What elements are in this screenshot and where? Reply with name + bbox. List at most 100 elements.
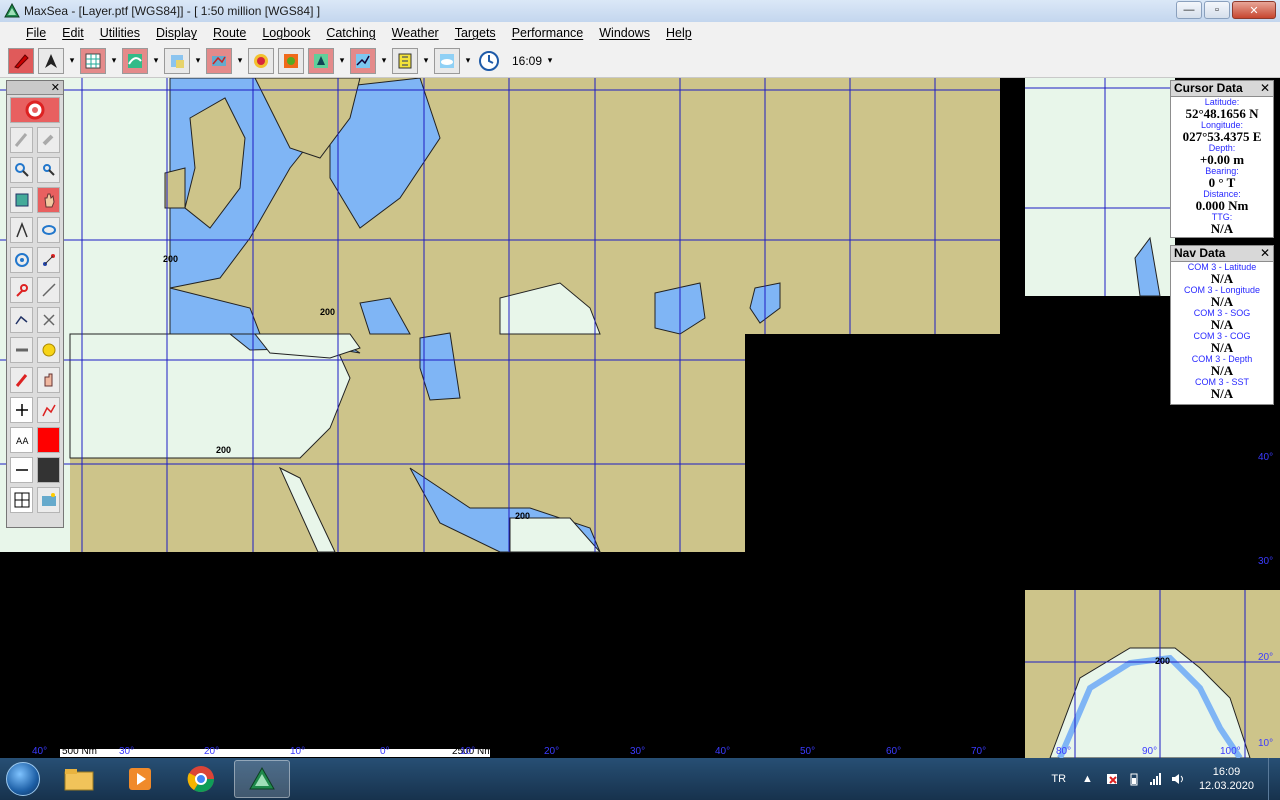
heatmap-icon[interactable] xyxy=(278,47,304,74)
show-desktop-button[interactable] xyxy=(1268,758,1280,800)
measure-dropdown-icon[interactable]: ▾ xyxy=(422,55,430,66)
menu-edit[interactable]: Edit xyxy=(54,26,92,40)
maxsea-logo-icon xyxy=(4,3,20,18)
color-icon[interactable] xyxy=(37,427,60,453)
pencil-icon[interactable] xyxy=(10,367,33,393)
grid-dropdown-icon[interactable]: ▾ xyxy=(110,55,118,66)
image-icon[interactable] xyxy=(37,487,60,513)
scale-label-left: 500 Nm xyxy=(62,746,98,757)
pencil-icon[interactable] xyxy=(8,47,34,74)
lon-label: 100° xyxy=(1220,746,1241,757)
hatch-icon[interactable] xyxy=(37,457,60,483)
taskbar-clock[interactable]: 16:09 12.03.2020 xyxy=(1199,765,1254,793)
lon-label: 20° xyxy=(544,746,560,757)
signal-icon[interactable] xyxy=(1149,772,1163,786)
nav-data-header[interactable]: Nav Data ✕ xyxy=(1171,246,1273,262)
chart-dropdown-icon[interactable]: ▾ xyxy=(194,55,202,66)
chart-icon[interactable] xyxy=(37,397,60,423)
target-icon[interactable] xyxy=(10,247,33,273)
map-canvas[interactable] xyxy=(0,78,1280,758)
menu-performance[interactable]: Performance xyxy=(504,26,592,40)
cursor-data-close-icon[interactable]: ✕ xyxy=(1260,81,1270,95)
target-dropdown-icon[interactable]: ▾ xyxy=(338,55,346,66)
finger-icon[interactable] xyxy=(37,367,60,393)
scissors-icon[interactable] xyxy=(37,307,60,333)
lasso-icon[interactable] xyxy=(37,217,60,243)
close-button[interactable]: ✕ xyxy=(1232,1,1276,19)
plot-icon[interactable] xyxy=(10,307,33,333)
palette-close-icon[interactable]: ✕ xyxy=(51,81,60,94)
cursor-data-header[interactable]: Cursor Data ✕ xyxy=(1171,81,1273,97)
pen-icon[interactable] xyxy=(10,127,33,153)
menu-catching[interactable]: Catching xyxy=(318,26,383,40)
lat-label: 10° xyxy=(1258,738,1274,749)
hand-icon[interactable] xyxy=(37,187,60,213)
show-hidden-icons-icon[interactable]: ▲ xyxy=(1082,773,1093,785)
contour-icon[interactable] xyxy=(248,47,274,74)
action-center-icon[interactable] xyxy=(1105,772,1119,786)
weather-dropdown-icon[interactable]: ▾ xyxy=(152,55,160,66)
ireland-land xyxy=(164,167,186,209)
time-dropdown-icon[interactable]: ▾ xyxy=(546,55,554,66)
text-icon[interactable]: AA xyxy=(10,427,33,453)
line-icon[interactable] xyxy=(37,277,60,303)
minimize-button[interactable]: — xyxy=(1176,1,1202,19)
maxsea-icon[interactable] xyxy=(234,760,290,798)
lifebuoy-icon[interactable] xyxy=(10,97,60,123)
chart-map[interactable]: 200 200 200 200 200 40° 30° 20° 10° xyxy=(0,78,1280,758)
cloud-dropdown-icon[interactable]: ▾ xyxy=(464,55,472,66)
toolbar-time[interactable]: 16:09 xyxy=(512,54,542,68)
clock-icon[interactable] xyxy=(476,48,502,74)
grid-icon[interactable] xyxy=(80,47,106,74)
language-indicator[interactable]: TR xyxy=(1051,773,1066,785)
compass-icon[interactable] xyxy=(10,217,33,243)
file-explorer-icon[interactable] xyxy=(51,760,107,798)
numbers-icon[interactable] xyxy=(10,487,33,513)
north-dropdown-icon[interactable]: ▾ xyxy=(68,55,76,66)
depth-value: +0.00 m xyxy=(1199,152,1245,167)
menu-logbook[interactable]: Logbook xyxy=(254,26,318,40)
menu-route[interactable]: Route xyxy=(205,26,254,40)
weather-map-icon[interactable] xyxy=(122,47,148,74)
start-button[interactable] xyxy=(0,759,46,799)
media-player-icon[interactable] xyxy=(112,760,168,798)
waypoint-icon[interactable] xyxy=(37,247,60,273)
lon-label: 20° xyxy=(204,746,220,757)
menu-targets[interactable]: Targets xyxy=(447,26,504,40)
menu-display[interactable]: Display xyxy=(148,26,205,40)
menu-weather[interactable]: Weather xyxy=(384,26,447,40)
maximize-button[interactable]: ▫ xyxy=(1204,1,1230,19)
route-icon[interactable] xyxy=(350,47,376,74)
ruler-icon[interactable] xyxy=(10,337,33,363)
latitude-value: 52°48.1656 N xyxy=(1185,106,1259,121)
menu-utilities[interactable]: Utilities xyxy=(92,26,148,40)
nav-cog-value: N/A xyxy=(1210,340,1234,355)
chart-icon[interactable] xyxy=(164,47,190,74)
pan-icon[interactable] xyxy=(10,187,33,213)
zoom-out-icon[interactable] xyxy=(37,157,60,183)
target-icon[interactable] xyxy=(308,47,334,74)
battery-icon[interactable] xyxy=(1127,772,1141,786)
nav-data-close-icon[interactable]: ✕ xyxy=(1260,246,1270,260)
route-dropdown-icon[interactable]: ▾ xyxy=(380,55,388,66)
chrome-icon[interactable] xyxy=(173,760,229,798)
north-arrow-icon[interactable] xyxy=(38,47,64,74)
palette-header[interactable]: ✕ xyxy=(7,81,63,95)
system-tray: TR ▲ 16:09 12.03.2020 xyxy=(1051,758,1280,800)
taskbar: TR ▲ 16:09 12.03.2020 xyxy=(0,758,1280,800)
layers-dropdown-icon[interactable]: ▾ xyxy=(236,55,244,66)
crosshair-icon[interactable] xyxy=(10,397,33,423)
measure-icon[interactable] xyxy=(392,47,418,74)
volume-icon[interactable] xyxy=(1171,772,1185,786)
cursor-data-panel: Cursor Data ✕ Latitude: 52°48.1656 N Long… xyxy=(1170,80,1274,238)
zoom-in-icon[interactable] xyxy=(10,157,33,183)
menu-windows[interactable]: Windows xyxy=(591,26,658,40)
layers-icon[interactable] xyxy=(206,47,232,74)
eraser-icon[interactable] xyxy=(37,127,60,153)
route-icon[interactable] xyxy=(10,277,33,303)
line-style-icon[interactable] xyxy=(10,457,33,483)
menu-file[interactable]: File xyxy=(18,26,54,40)
menu-help[interactable]: Help xyxy=(658,26,700,40)
cloud-icon[interactable] xyxy=(434,47,460,74)
emoji-icon[interactable] xyxy=(37,337,60,363)
